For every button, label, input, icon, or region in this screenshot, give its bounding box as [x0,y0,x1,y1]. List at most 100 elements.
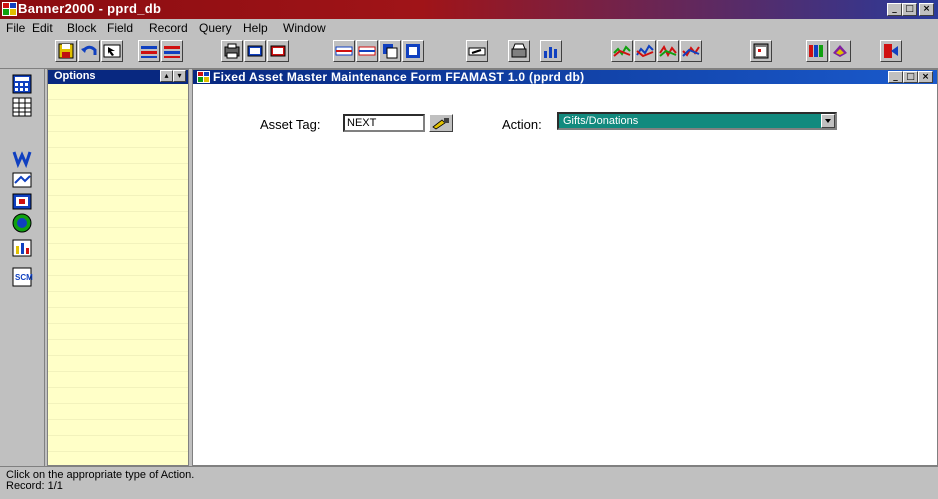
insert-record-button[interactable] [138,40,160,62]
banner-app-icon [2,2,17,16]
next-block-icon [358,46,376,56]
asset-tag-input[interactable]: NEXT [343,114,425,132]
calendar-icon [753,43,769,59]
print-form-icon [511,43,527,58]
previous-block-button[interactable] [333,40,355,62]
save-record-button[interactable] [267,40,289,62]
query-1-icon [613,45,631,57]
chart-button[interactable] [540,40,562,62]
asset-tag-label: Asset Tag: [260,117,321,132]
query-4-button[interactable] [680,40,702,62]
options-scroll-up-button[interactable]: ▴ [160,70,173,82]
form-title: Fixed Asset Master Maintenance Form FFAM… [213,70,585,84]
query-4-icon [682,46,700,57]
app-window-controls: _ □ × [887,3,934,16]
form-close-button[interactable]: × [918,71,933,83]
finance-shortcut[interactable] [11,147,33,169]
save-record-icon [270,45,286,57]
calendar-button[interactable] [750,40,772,62]
action-label: Action: [502,117,542,132]
scm-shortcut[interactable]: SCM [11,266,33,288]
calculator-icon [809,45,823,57]
query-2-icon [636,44,654,58]
rollback-button[interactable] [244,40,266,62]
globe-shortcut[interactable] [11,212,33,234]
edit-icon [468,47,486,56]
report-shortcut[interactable] [11,237,33,259]
query-1-button[interactable] [611,40,633,62]
asset-tag-search-button[interactable] [429,114,453,132]
asset-tag-value: NEXT [347,117,377,129]
spreadsheet-shortcut[interactable] [11,96,33,118]
menu-bar: File Edit Block Field Record Query Help … [0,19,938,36]
list-icon [833,45,847,57]
menu-query[interactable]: Query [199,21,232,35]
action-select-value: Gifts/Donations [563,115,639,127]
toolbar [0,36,938,69]
clear-button[interactable] [402,40,424,62]
action-dropdown-button[interactable] [821,114,835,128]
calculator-icon [12,74,32,94]
spreadsheet-icon [12,97,32,117]
finance-icon [12,149,32,169]
options-panel-controls: ▴ ▾ [160,70,186,82]
remove-record-button[interactable] [161,40,183,62]
print-form-button[interactable] [508,40,530,62]
close-button[interactable]: × [919,3,934,16]
clear-icon [406,44,420,58]
calculator-button[interactable] [806,40,828,62]
save-button[interactable] [55,40,77,62]
menu-block[interactable]: Block [67,21,96,35]
menu-file[interactable]: File [6,21,25,35]
exit-button[interactable] [101,40,123,62]
insert-record-icon [141,46,157,58]
menu-help[interactable]: Help [243,21,268,35]
query-3-button[interactable] [657,40,679,62]
options-list [48,84,188,465]
list-button[interactable] [829,40,851,62]
query-2-button[interactable] [634,40,656,62]
form-icon [197,71,210,83]
options-panel-title: Options [54,70,96,82]
menu-field[interactable]: Field [107,21,133,35]
remove-record-icon [164,46,180,58]
menu-record[interactable]: Record [149,21,188,35]
duplicate-icon [383,44,398,59]
tools-shortcut[interactable] [11,169,33,191]
chevron-down-icon [825,119,831,123]
left-icon-strip: SCM [0,69,45,466]
scm-icon: SCM [12,267,33,287]
options-scroll-down-button[interactable]: ▾ [173,70,186,82]
menu-edit[interactable]: Edit [32,21,53,35]
status-record-count: Record: 1/1 [6,480,63,492]
chart-icon [544,47,557,58]
print-button[interactable] [221,40,243,62]
minimize-button[interactable]: _ [887,3,902,16]
query-3-icon [659,45,677,58]
exit-app-icon [884,44,898,58]
tools-icon [12,172,32,188]
undo-button[interactable] [78,40,100,62]
action-select[interactable]: Gifts/Donations [557,112,837,130]
menu-window[interactable]: Window [283,21,326,35]
search-flashlight-icon [432,118,449,130]
svg-text:SCM: SCM [15,273,33,282]
exit-icon [103,44,121,58]
duplicate-button[interactable] [379,40,401,62]
maximize-button[interactable]: □ [902,3,917,16]
form-maximize-button[interactable]: □ [903,71,918,83]
calculator-shortcut[interactable] [11,73,33,95]
asset-form-window: Fixed Asset Master Maintenance Form FFAM… [192,69,938,466]
options-panel: Options ▴ ▾ [47,69,189,466]
form-minimize-button[interactable]: _ [888,71,903,83]
form-title-bar: Fixed Asset Master Maintenance Form FFAM… [193,70,937,84]
screen-shortcut[interactable] [11,191,33,213]
exit-app-button[interactable] [880,40,902,62]
app-title-bar: Banner2000 - pprd_db _ □ × [0,0,938,19]
edit-button[interactable] [466,40,488,62]
save-icon [58,43,74,59]
globe-icon [12,213,32,233]
next-block-button[interactable] [356,40,378,62]
app-title: Banner2000 - pprd_db [18,1,162,16]
screen-icon [12,193,32,210]
